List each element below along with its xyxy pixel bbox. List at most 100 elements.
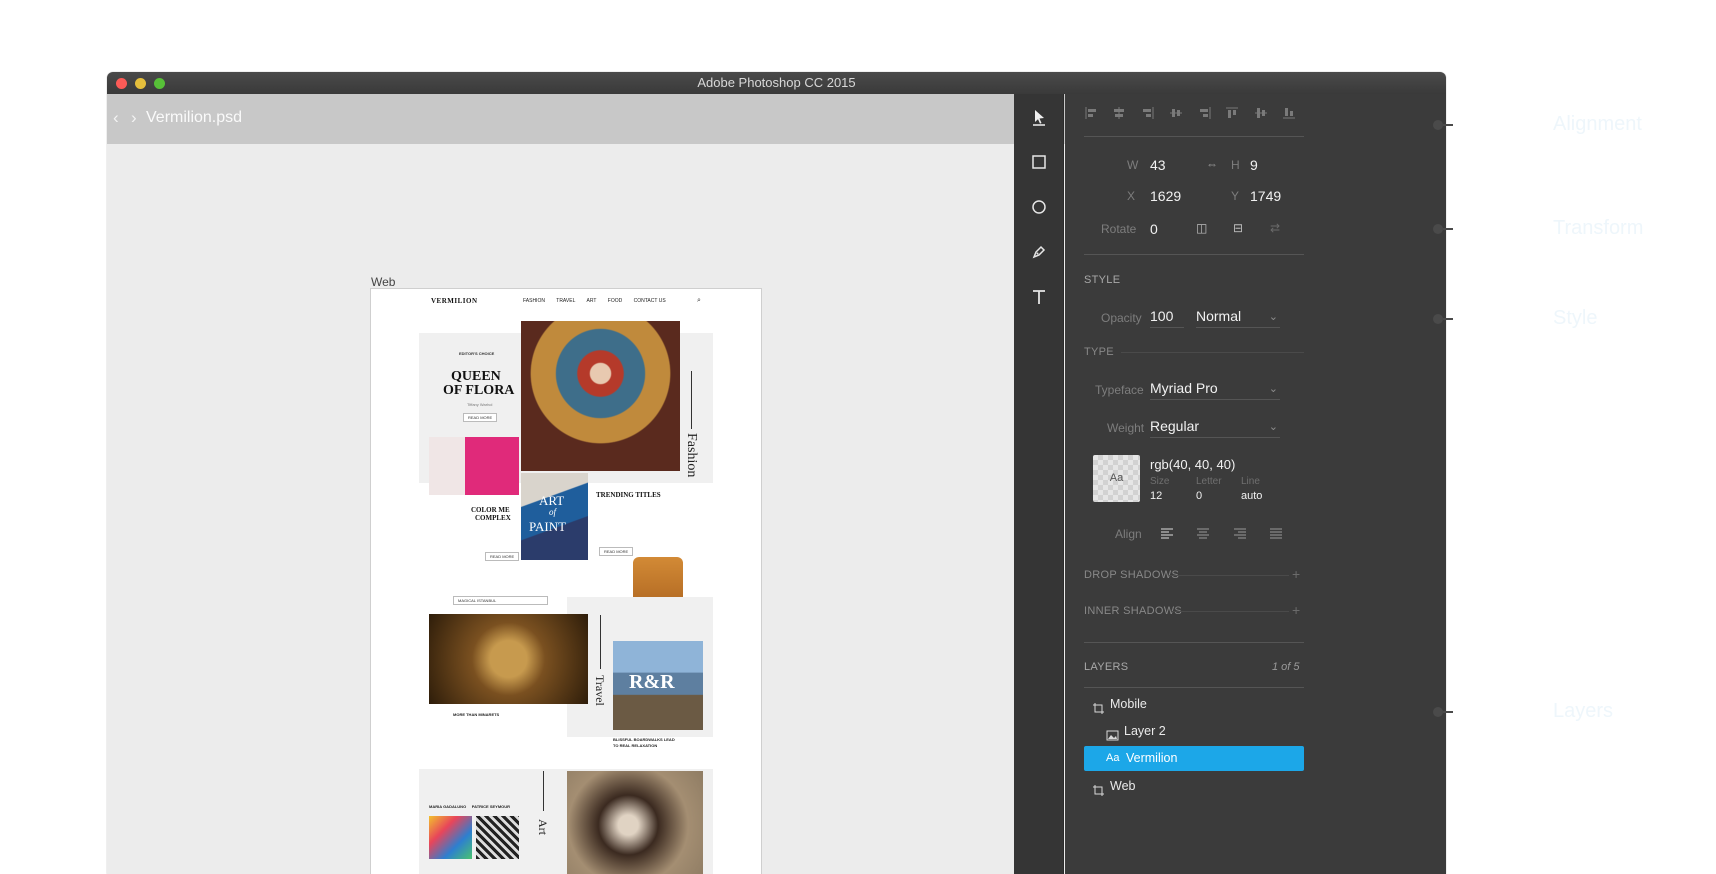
artboard-web[interactable]: VERMILION FASHION TRAVEL ART FOOD CONTAC… bbox=[370, 288, 762, 874]
letter-field[interactable]: 0 bbox=[1196, 490, 1202, 502]
art-label: Art bbox=[536, 819, 550, 835]
back-icon[interactable]: ‹ bbox=[113, 108, 119, 128]
color-swatch[interactable]: Aa bbox=[1093, 455, 1140, 502]
blend-mode-select[interactable]: Normal ⌄ bbox=[1196, 308, 1280, 328]
align-top-icon[interactable] bbox=[1225, 106, 1239, 120]
opacity-field[interactable]: 100 bbox=[1150, 308, 1184, 328]
align-bottom-icon[interactable] bbox=[1282, 106, 1296, 120]
select-tool-icon[interactable] bbox=[1029, 107, 1049, 127]
zoom-window-button[interactable] bbox=[154, 78, 165, 89]
site-nav-item: FASHION bbox=[523, 298, 545, 304]
align-left-icon[interactable] bbox=[1084, 106, 1098, 120]
divider bbox=[1084, 687, 1304, 688]
minimize-window-button[interactable] bbox=[135, 78, 146, 89]
layer-web[interactable]: Web bbox=[1084, 773, 1304, 800]
layer-vermilion[interactable]: Aa Vermilion bbox=[1084, 746, 1304, 771]
canvas-area[interactable]: Web VERMILION FASHION TRAVEL ART FOOD CO… bbox=[107, 144, 1114, 874]
boardwalks-title-1: BLISSFUL BOARDWALKS LEAD bbox=[613, 737, 675, 742]
align-middle-vertical-icon[interactable] bbox=[1254, 106, 1268, 120]
x-field[interactable]: 1629 bbox=[1150, 188, 1181, 204]
chevron-down-icon: ⌄ bbox=[1268, 421, 1278, 433]
text-align-left-icon[interactable] bbox=[1160, 528, 1174, 543]
typeface-select[interactable]: Myriad Pro ⌄ bbox=[1150, 380, 1280, 400]
align-right-edge-icon[interactable] bbox=[1197, 106, 1211, 120]
art-thumb-1 bbox=[429, 816, 472, 859]
line-height-field[interactable]: auto bbox=[1241, 490, 1262, 502]
width-field[interactable]: 43 bbox=[1150, 157, 1166, 173]
color-title-2: COMPLEX bbox=[475, 514, 511, 522]
site-nav-item: ART bbox=[586, 298, 597, 304]
flip-vertical-icon[interactable]: ⊟ bbox=[1233, 221, 1243, 235]
layer-label: Mobile bbox=[1110, 697, 1147, 711]
add-inner-shadow-icon[interactable]: + bbox=[1292, 602, 1300, 618]
forward-icon[interactable]: › bbox=[131, 108, 137, 128]
art-thumb-2 bbox=[476, 816, 519, 859]
image-icon bbox=[1106, 725, 1119, 741]
style-header: STYLE bbox=[1084, 274, 1121, 286]
pen-tool-icon[interactable] bbox=[1029, 242, 1049, 262]
y-label: Y bbox=[1231, 189, 1240, 203]
flip-horizontal-icon[interactable]: ◫ bbox=[1196, 221, 1207, 235]
add-drop-shadow-icon[interactable]: + bbox=[1292, 566, 1300, 582]
swap-icon[interactable]: ⇄ bbox=[1270, 221, 1280, 235]
rotate-label: Rotate bbox=[1101, 222, 1137, 236]
trending-title: TRENDING TITLES bbox=[596, 491, 661, 499]
callout-label: Transform bbox=[1553, 217, 1644, 239]
art-names: MARIA GADALUNO PATRICE SEYMOUR bbox=[429, 804, 511, 809]
divider bbox=[1121, 352, 1304, 353]
width-label: W bbox=[1127, 158, 1139, 172]
divider bbox=[1084, 254, 1304, 255]
divider bbox=[1084, 136, 1304, 137]
size-field[interactable]: 12 bbox=[1150, 490, 1162, 502]
callout-dot bbox=[1433, 707, 1443, 717]
site-nav-item: CONTACT US bbox=[633, 298, 666, 304]
color-me-complex-photo bbox=[429, 437, 519, 495]
layers-count: 1 of 5 bbox=[1272, 661, 1300, 673]
y-field[interactable]: 1749 bbox=[1250, 188, 1281, 204]
layer-label: Layer 2 bbox=[1124, 724, 1166, 738]
artboard-icon bbox=[1092, 780, 1105, 796]
layer-mobile[interactable]: Mobile bbox=[1084, 691, 1304, 718]
chevron-down-icon: ⌄ bbox=[1268, 383, 1278, 395]
callout-layers: Layers bbox=[1433, 692, 1713, 732]
callout-label: Alignment bbox=[1553, 113, 1642, 135]
art-paint-word-3: PAINT bbox=[529, 519, 567, 534]
fashion-divider bbox=[691, 371, 692, 429]
callout-label: Style bbox=[1553, 307, 1598, 329]
rr-title: R&R bbox=[629, 671, 675, 693]
chevron-down-icon: ⌄ bbox=[1268, 311, 1278, 323]
callout-dot bbox=[1433, 120, 1443, 130]
distribute-horizontal-icon[interactable] bbox=[1169, 106, 1183, 120]
text-align-right-icon[interactable] bbox=[1233, 528, 1247, 543]
layer-layer-2[interactable]: Layer 2 bbox=[1084, 718, 1304, 745]
typeface-label: Typeface bbox=[1095, 383, 1144, 397]
align-center-horizontal-icon[interactable] bbox=[1112, 106, 1126, 120]
weight-select[interactable]: Regular ⌄ bbox=[1150, 418, 1280, 438]
height-field[interactable]: 9 bbox=[1250, 157, 1258, 173]
rectangle-tool-icon[interactable] bbox=[1029, 152, 1049, 172]
alignment-row bbox=[1084, 106, 1296, 126]
magical-istanbul-dropdown: MAGICAL ISTANBUL bbox=[453, 596, 548, 605]
callout-line bbox=[1443, 124, 1453, 126]
rotate-field[interactable]: 0 bbox=[1150, 221, 1158, 237]
site-nav-item: FOOD bbox=[607, 298, 623, 304]
callout-transform: Transform bbox=[1433, 209, 1713, 249]
artboard-icon bbox=[1092, 698, 1105, 714]
editors-choice-label: EDITOR'S CHOICE bbox=[459, 351, 495, 356]
tool-strip bbox=[1014, 94, 1064, 874]
ellipse-tool-icon[interactable] bbox=[1029, 197, 1049, 217]
weight-label: Weight bbox=[1107, 421, 1145, 435]
properties-panel: W 43 ⇔ H 9 X 1629 Y 1749 Rotate 0 ◫ ⊟ ⇄ … bbox=[1065, 94, 1446, 874]
text-tool-icon[interactable] bbox=[1029, 287, 1049, 307]
callout-dot bbox=[1433, 224, 1443, 234]
artboard-label[interactable]: Web bbox=[371, 275, 395, 289]
close-window-button[interactable] bbox=[116, 78, 127, 89]
align-right-icon[interactable] bbox=[1141, 106, 1155, 120]
title-bar: Adobe Photoshop CC 2015 bbox=[107, 72, 1446, 94]
link-dimensions-icon[interactable]: ⇔ bbox=[1206, 157, 1218, 171]
text-align-center-icon[interactable] bbox=[1196, 528, 1210, 543]
app-window: Adobe Photoshop CC 2015 ‹ › Vermilion.ps… bbox=[107, 72, 1446, 874]
text-justify-icon[interactable] bbox=[1269, 528, 1283, 543]
callout-line bbox=[1443, 228, 1453, 230]
color-value[interactable]: rgb(40, 40, 40) bbox=[1150, 457, 1235, 472]
